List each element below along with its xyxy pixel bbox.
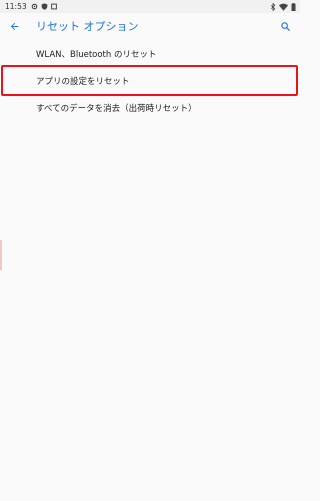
option-label: WLAN、Bluetooth のリセット	[36, 49, 157, 60]
option-reset-app-preferences[interactable]: アプリの設定をリセット	[0, 67, 300, 94]
status-left-icons	[31, 3, 57, 10]
square-icon	[50, 3, 57, 10]
arrow-back-icon	[10, 22, 18, 30]
battery-icon	[291, 2, 296, 11]
edge-indicator	[0, 240, 2, 270]
back-button[interactable]	[0, 13, 28, 39]
option-label: アプリの設定をリセット	[36, 76, 130, 87]
search-button[interactable]	[276, 17, 294, 35]
bluetooth-icon	[271, 2, 276, 11]
reset-options-list: WLAN、Bluetooth のリセット アプリの設定をリセット すべてのデータ…	[0, 40, 300, 121]
status-time: 11:53	[5, 2, 27, 11]
option-reset-wlan-bluetooth[interactable]: WLAN、Bluetooth のリセット	[0, 40, 300, 67]
wifi-icon	[279, 3, 288, 11]
option-label: すべてのデータを消去（出荷時リセット）	[36, 103, 197, 114]
search-icon	[280, 21, 290, 31]
option-factory-reset[interactable]: すべてのデータを消去（出荷時リセット）	[0, 94, 300, 121]
page-title: リセット オプション	[36, 20, 139, 33]
gear-icon	[31, 3, 37, 10]
status-right-icons	[270, 2, 296, 11]
status-bar: 11:53	[0, 0, 300, 13]
shield-icon	[41, 3, 47, 10]
app-bar: リセット オプション	[0, 13, 300, 39]
